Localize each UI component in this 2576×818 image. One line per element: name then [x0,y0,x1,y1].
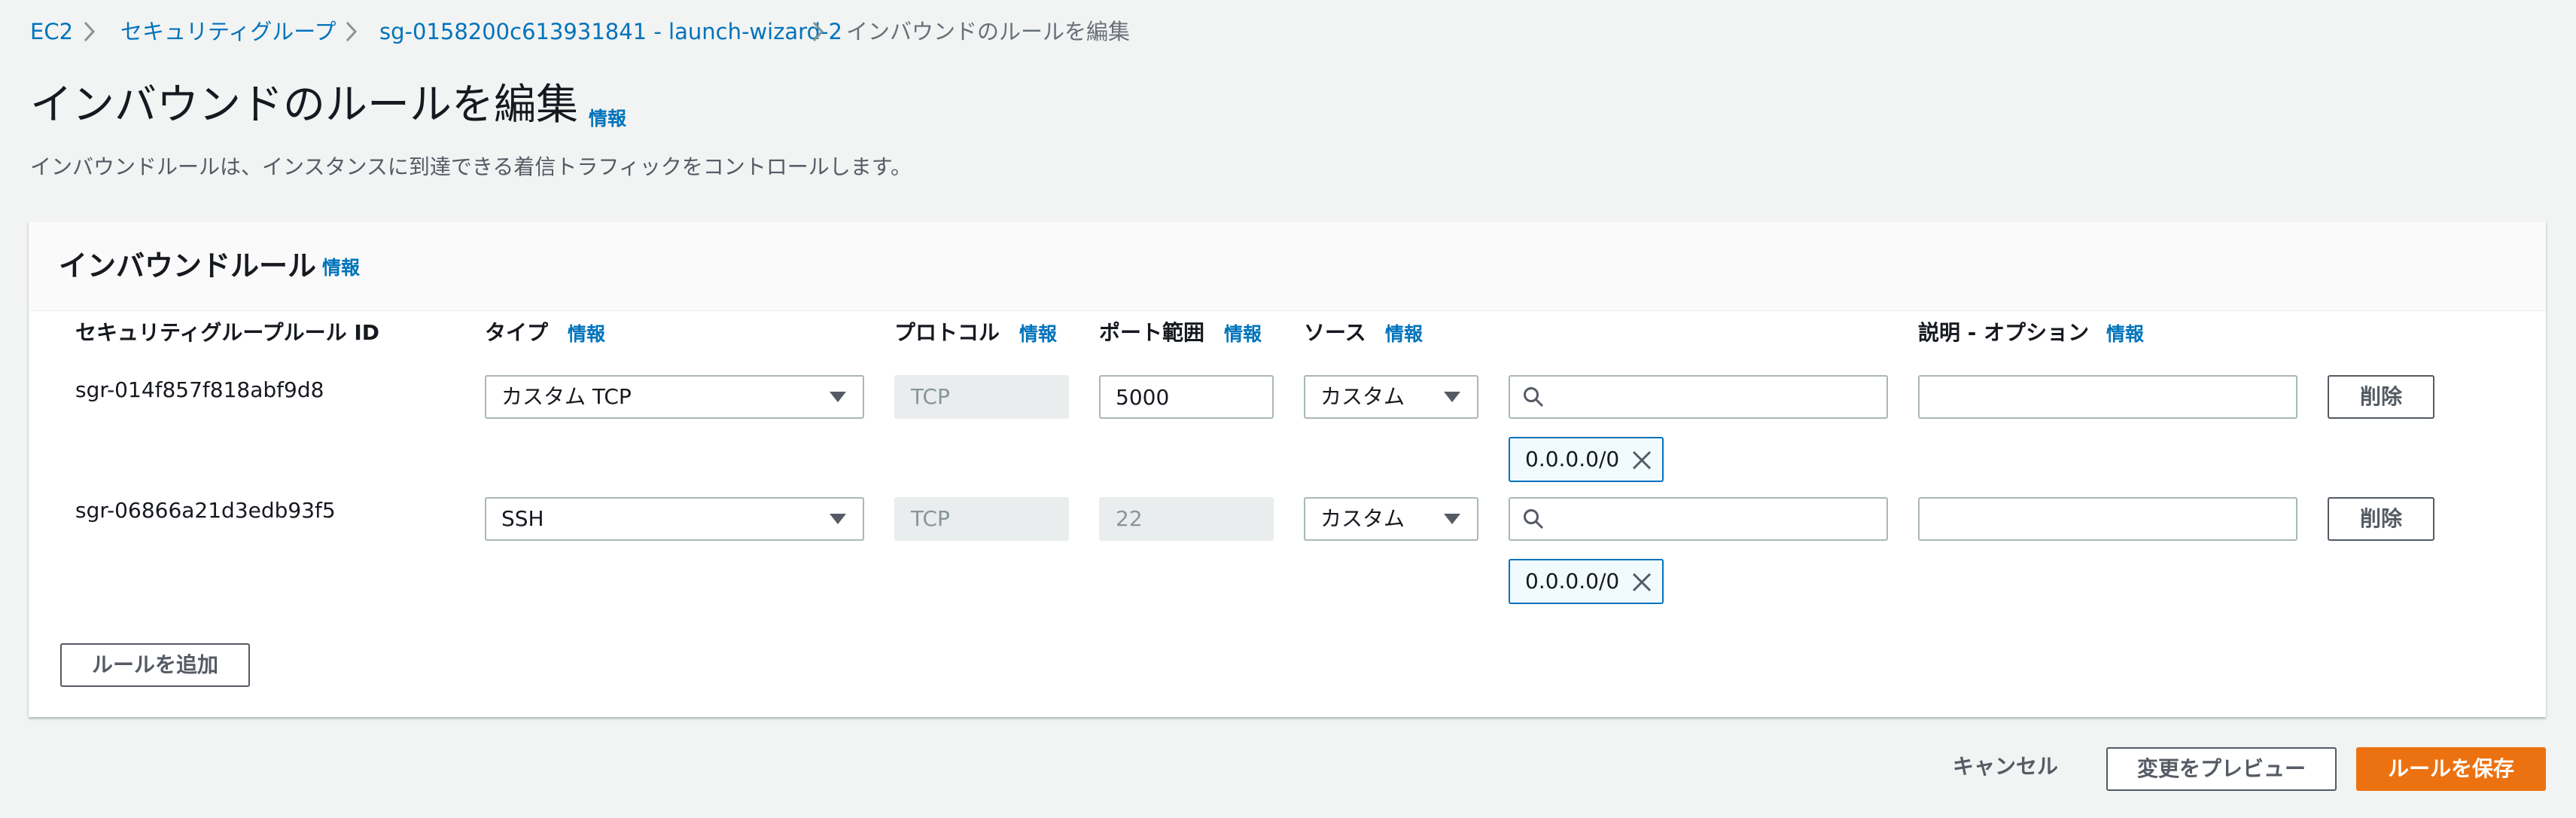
type-select-value: カスタム TCP [501,384,632,409]
source-select-value: カスタム [1320,506,1405,531]
delete-rule-button[interactable]: 削除 [2328,375,2434,419]
cidr-token-value: 0.0.0.0/0 [1525,447,1620,472]
breadcrumb-security-groups[interactable]: セキュリティグループ [120,17,336,47]
cancel-button[interactable]: キャンセル [1953,752,2058,782]
type-info-link[interactable]: 情報 [568,319,605,349]
close-icon[interactable] [1631,571,1653,594]
breadcrumb-current: インバウンドのルールを編集 [846,19,1131,44]
source-select[interactable]: カスタム [1304,497,1478,541]
source-select-value: カスタム [1320,384,1405,409]
inbound-rules-panel: インバウンドルール 情報 セキュリティグループルール ID タイプ 情報 プロト… [29,221,2546,717]
caret-down-icon [830,392,846,402]
protocol-field: TCP [894,497,1069,541]
breadcrumb-ec2[interactable]: EC2 [30,17,73,47]
caret-down-icon [830,514,846,524]
panel-header: インバウンドルール 情報 [29,221,2546,311]
delete-rule-button[interactable]: 削除 [2328,497,2434,541]
page-description: インバウンドルールは、インスタンスに到達できる着信トラフィックをコントロールしま… [30,154,912,179]
description-info-link[interactable]: 情報 [2106,319,2144,349]
column-header-source: ソース [1304,320,1366,345]
panel-title: インバウンドルール [59,249,317,282]
column-header-type: タイプ [485,320,549,345]
type-select-value: SSH [501,506,544,531]
column-header-protocol: プロトコル [894,320,1000,345]
breadcrumb-security-group[interactable]: sg-0158200c613931841 - launch-wizard-2 [379,17,842,47]
cidr-token: 0.0.0.0/0 [1509,559,1664,604]
port-range-input[interactable] [1099,375,1274,419]
page-info-link[interactable]: 情報 [589,104,626,134]
port-range-value: 22 [1116,506,1143,531]
chevron-right-icon [343,20,360,44]
cidr-token: 0.0.0.0/0 [1509,437,1664,482]
chevron-right-icon [810,20,827,44]
source-info-link[interactable]: 情報 [1385,319,1423,349]
column-header-rule-id: セキュリティグループルール ID [75,320,380,345]
source-select[interactable]: カスタム [1304,375,1478,419]
page-title-text: インバウンドのルールを編集 [30,81,578,130]
port-range-field: 22 [1099,497,1274,541]
caret-down-icon [1444,392,1460,402]
panel-info-link[interactable]: 情報 [322,253,360,283]
port-range-info-link[interactable]: 情報 [1224,319,1262,349]
protocol-field: TCP [894,375,1069,419]
cidr-search-input[interactable] [1509,497,1888,541]
cidr-search-input[interactable] [1509,375,1888,419]
search-icon [1524,509,1544,530]
protocol-info-link[interactable]: 情報 [1019,319,1057,349]
preview-changes-button[interactable]: 変更をプレビュー [2106,747,2337,791]
protocol-value: TCP [911,384,950,409]
rule-id: sgr-014f857f818abf9d8 [75,377,324,402]
column-header-port-range: ポート範囲 [1099,320,1205,345]
protocol-value: TCP [911,506,950,531]
search-icon [1524,387,1544,407]
description-input[interactable] [1918,497,2297,541]
cidr-token-value: 0.0.0.0/0 [1525,569,1620,594]
chevron-right-icon [81,20,98,44]
type-select[interactable]: SSH [485,497,864,541]
save-rules-button[interactable]: ルールを保存 [2356,747,2546,791]
add-rule-button[interactable]: ルールを追加 [60,643,250,687]
page-title: インバウンドのルールを編集 [30,78,578,133]
type-select[interactable]: カスタム TCP [485,375,864,419]
column-header-description: 説明 - オプション [1918,320,2090,345]
caret-down-icon [1444,514,1460,524]
close-icon[interactable] [1631,449,1653,472]
rule-id: sgr-06866a21d3edb93f5 [75,498,336,523]
description-input[interactable] [1918,375,2297,419]
